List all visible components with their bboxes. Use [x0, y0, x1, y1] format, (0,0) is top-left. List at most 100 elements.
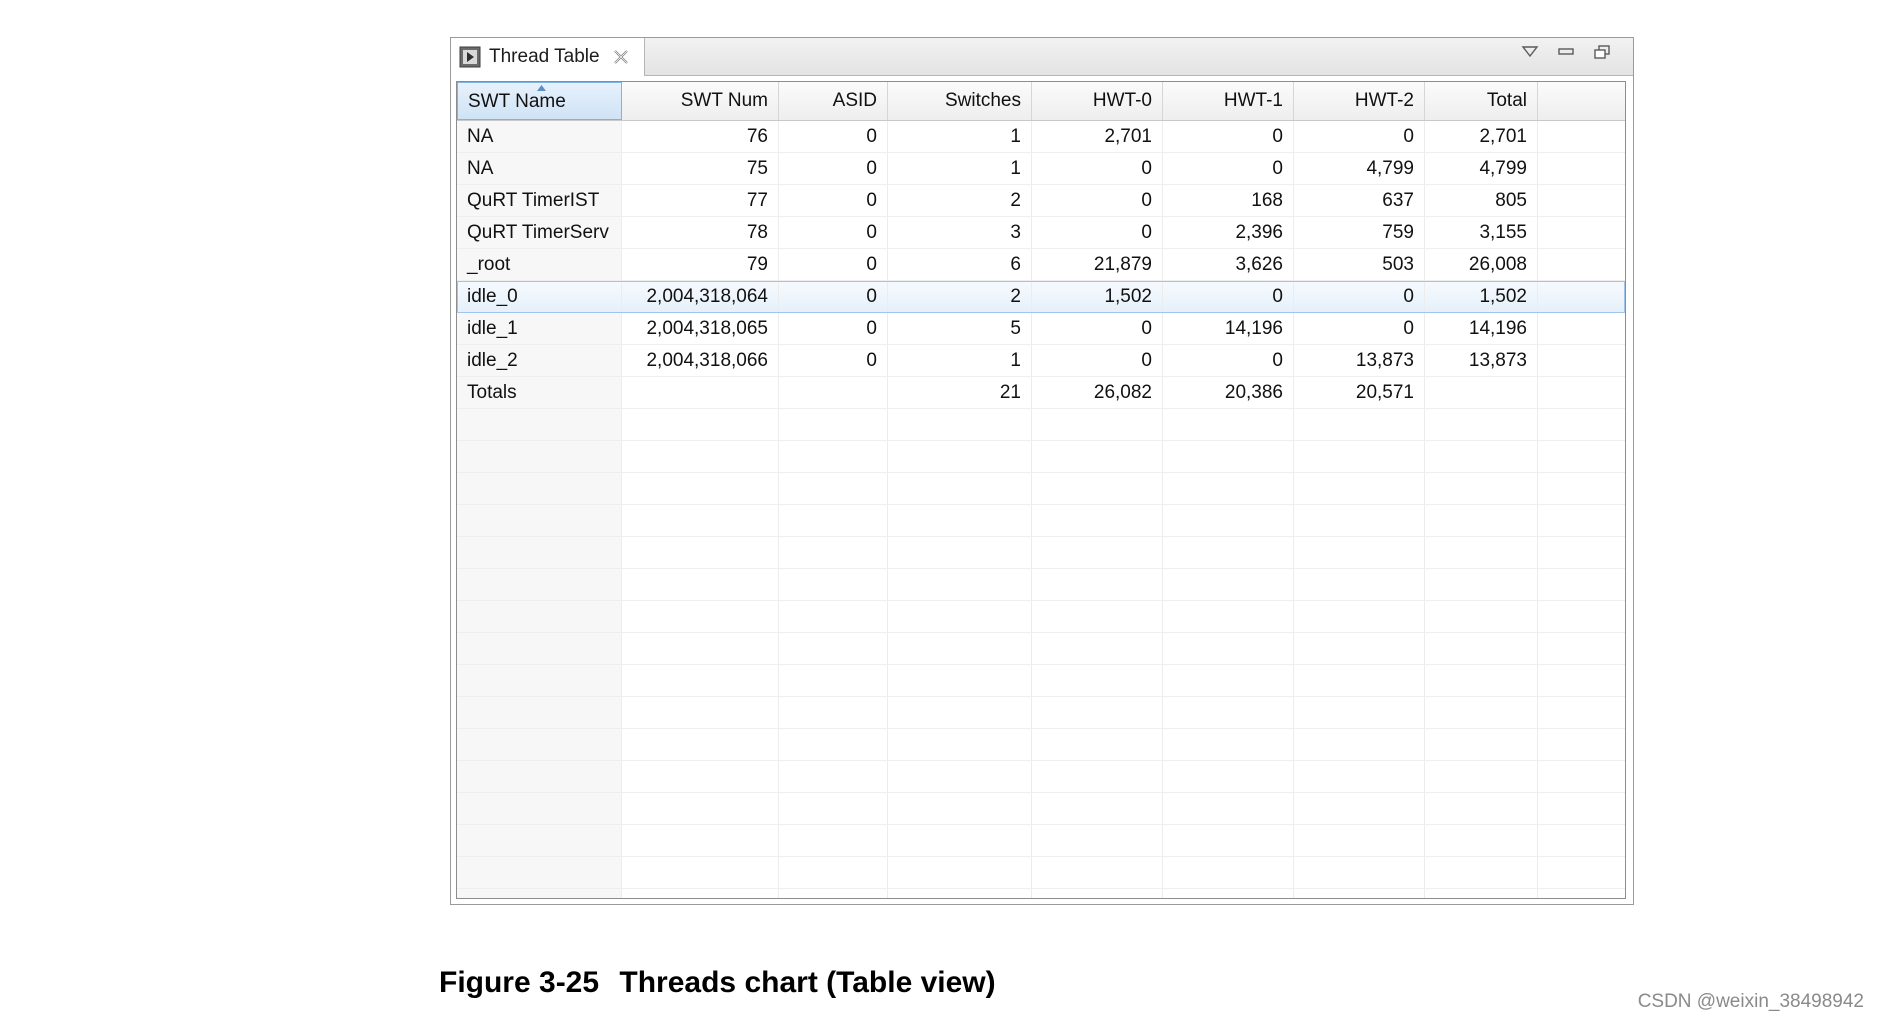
- cell-hwt-0: [1032, 409, 1163, 440]
- cell-hwt-1: 0: [1163, 121, 1294, 152]
- empty-row: [457, 441, 1625, 473]
- restore-icon[interactable]: [1593, 44, 1611, 60]
- cell-hwt-2: 13,873: [1294, 345, 1425, 376]
- cell-hwt-1: 2,396: [1163, 217, 1294, 248]
- cell-asid: [779, 505, 888, 536]
- cell-swt-name: [457, 857, 622, 888]
- cell-switches: [888, 409, 1032, 440]
- column-header-switches[interactable]: Switches: [888, 82, 1032, 120]
- table-body: NA 76 0 1 2,701 0 0 2,701 NA 75 0 1 0 0 4,799 4,799 QuRT…: [457, 121, 1625, 898]
- watermark: CSDN @weixin_38498942: [1637, 991, 1864, 1012]
- cell-hwt-1: 0: [1163, 153, 1294, 184]
- cell-switches: [888, 633, 1032, 664]
- minimize-icon[interactable]: [1557, 44, 1575, 60]
- cell-swt-num: [622, 377, 779, 408]
- cell-swt-name: QuRT TimerServ: [457, 217, 622, 248]
- cell-switches: 1: [888, 345, 1032, 376]
- cell-hwt-1: 20,386: [1163, 377, 1294, 408]
- cell-swt-name: [457, 601, 622, 632]
- column-header-hwt-1[interactable]: HWT-1: [1163, 82, 1294, 120]
- cell-hwt-1: [1163, 633, 1294, 664]
- table-header: SWT Name SWT Num ASID Switches HWT-0 HWT…: [457, 82, 1625, 121]
- cell-hwt-1: [1163, 729, 1294, 760]
- cell-filler: [1538, 761, 1625, 792]
- column-header-swt-num[interactable]: SWT Num: [622, 82, 779, 120]
- cell-filler: [1538, 665, 1625, 696]
- empty-row: [457, 633, 1625, 665]
- cell-hwt-1: [1163, 569, 1294, 600]
- close-icon[interactable]: [612, 48, 630, 66]
- cell-hwt-1: 0: [1163, 281, 1294, 312]
- cell-hwt-0: 26,082: [1032, 377, 1163, 408]
- cell-swt-name: Totals: [457, 377, 622, 408]
- cell-filler: [1538, 473, 1625, 504]
- cell-asid: 0: [779, 185, 888, 216]
- cell-hwt-0: [1032, 473, 1163, 504]
- cell-hwt-2: [1294, 825, 1425, 856]
- cell-swt-name: [457, 697, 622, 728]
- cell-swt-name: [457, 409, 622, 440]
- cell-asid: [779, 441, 888, 472]
- cell-switches: [888, 889, 1032, 898]
- cell-filler: [1538, 153, 1625, 184]
- cell-swt-num: [622, 665, 779, 696]
- cell-swt-num: [622, 729, 779, 760]
- cell-switches: [888, 825, 1032, 856]
- cell-hwt-0: [1032, 601, 1163, 632]
- cell-total: [1425, 857, 1538, 888]
- tab-thread-table[interactable]: Thread Table: [451, 38, 645, 76]
- cell-filler: [1538, 313, 1625, 344]
- cell-filler: [1538, 793, 1625, 824]
- cell-switches: [888, 857, 1032, 888]
- column-header-swt-name[interactable]: SWT Name: [457, 82, 622, 120]
- cell-asid: 0: [779, 345, 888, 376]
- table-row[interactable]: idle_1 2,004,318,065 0 5 0 14,196 0 14,196: [457, 313, 1625, 345]
- cell-total: [1425, 793, 1538, 824]
- cell-hwt-0: [1032, 761, 1163, 792]
- cell-hwt-2: [1294, 889, 1425, 898]
- empty-row: [457, 505, 1625, 537]
- table-row[interactable]: NA 76 0 1 2,701 0 0 2,701: [457, 121, 1625, 153]
- cell-swt-name: idle_2: [457, 345, 622, 376]
- empty-row: [457, 761, 1625, 793]
- column-header-total[interactable]: Total: [1425, 82, 1538, 120]
- cell-switches: [888, 441, 1032, 472]
- table-row[interactable]: QuRT TimerServ 78 0 3 0 2,396 759 3,155: [457, 217, 1625, 249]
- cell-swt-num: [622, 537, 779, 568]
- cell-hwt-1: [1163, 825, 1294, 856]
- cell-switches: [888, 569, 1032, 600]
- cell-asid: 0: [779, 121, 888, 152]
- column-header-hwt-0[interactable]: HWT-0: [1032, 82, 1163, 120]
- cell-hwt-1: [1163, 473, 1294, 504]
- empty-row: [457, 601, 1625, 633]
- table-row[interactable]: QuRT TimerIST 77 0 2 0 168 637 805: [457, 185, 1625, 217]
- cell-hwt-0: [1032, 441, 1163, 472]
- cell-swt-name: [457, 729, 622, 760]
- cell-hwt-2: 0: [1294, 121, 1425, 152]
- table-row[interactable]: NA 75 0 1 0 0 4,799 4,799: [457, 153, 1625, 185]
- table-row[interactable]: Totals 21 26,082 20,386 20,571: [457, 377, 1625, 409]
- cell-filler: [1538, 633, 1625, 664]
- cell-swt-num: [622, 409, 779, 440]
- cell-asid: 0: [779, 249, 888, 280]
- cell-hwt-2: [1294, 441, 1425, 472]
- cell-hwt-2: [1294, 569, 1425, 600]
- cell-total: 26,008: [1425, 249, 1538, 280]
- cell-swt-num: [622, 889, 779, 898]
- cell-swt-name: idle_1: [457, 313, 622, 344]
- view-menu-icon[interactable]: [1521, 44, 1539, 60]
- cell-hwt-0: [1032, 729, 1163, 760]
- table-row[interactable]: idle_2 2,004,318,066 0 1 0 0 13,873 13,873: [457, 345, 1625, 377]
- column-header-hwt-2[interactable]: HWT-2: [1294, 82, 1425, 120]
- cell-filler: [1538, 409, 1625, 440]
- cell-total: [1425, 697, 1538, 728]
- table-row[interactable]: _root 79 0 6 21,879 3,626 503 26,008: [457, 249, 1625, 281]
- cell-swt-name: [457, 761, 622, 792]
- cell-filler: [1538, 249, 1625, 280]
- empty-row: [457, 729, 1625, 761]
- cell-switches: [888, 729, 1032, 760]
- table-row[interactable]: idle_0 2,004,318,064 0 2 1,502 0 0 1,502: [457, 281, 1625, 313]
- column-header-asid[interactable]: ASID: [779, 82, 888, 120]
- cell-total: 2,701: [1425, 121, 1538, 152]
- cell-filler: [1538, 441, 1625, 472]
